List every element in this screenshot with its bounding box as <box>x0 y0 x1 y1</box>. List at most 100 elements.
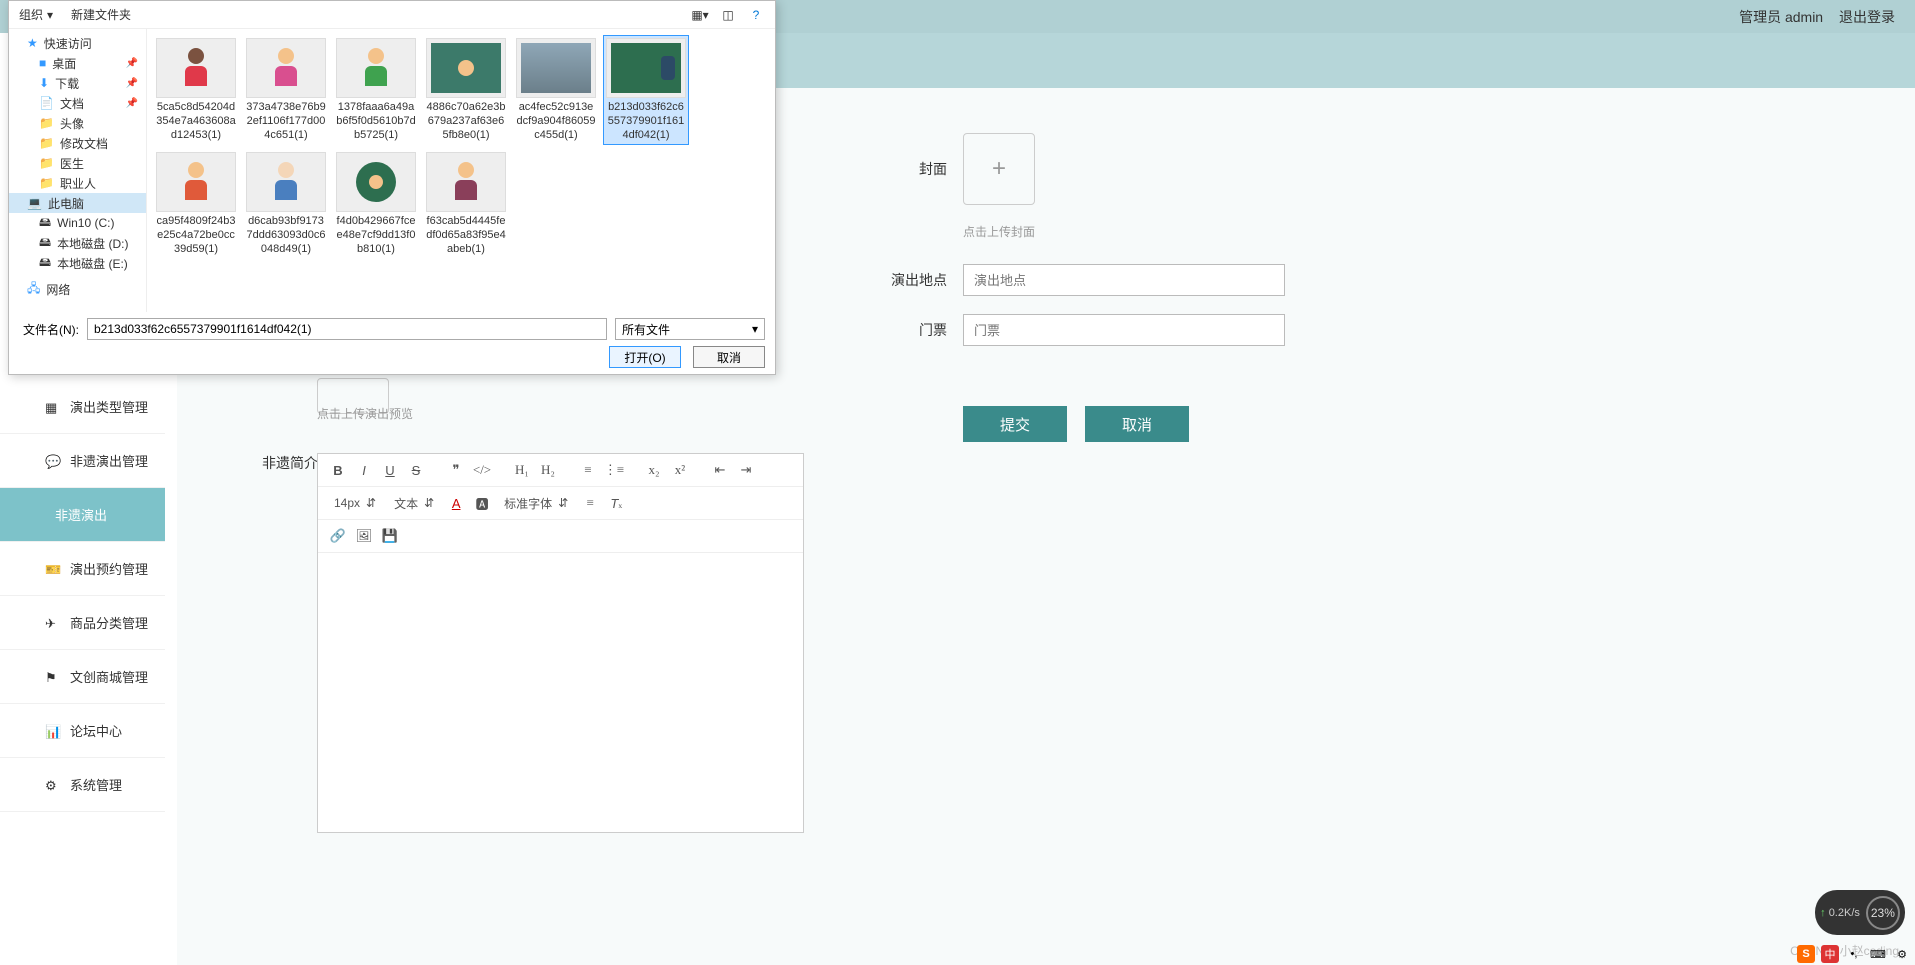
clear-format-icon[interactable]: Tₓ <box>606 493 626 513</box>
nav-doctor[interactable]: 📁医生 <box>9 153 146 173</box>
pc-icon: 💻 <box>27 196 42 210</box>
underline-icon[interactable]: U <box>380 460 400 480</box>
cover-upload-button[interactable]: + <box>963 133 1035 205</box>
dialog-toolbar: 组织 ▾ 新建文件夹 ▦▾ ◫ ? <box>9 1 775 29</box>
tray-ime-icon[interactable]: 中 <box>1821 945 1839 963</box>
file-item[interactable]: b213d033f62c6557379901f1614df042(1) <box>603 35 689 145</box>
dialog-cancel-button[interactable]: 取消 <box>693 346 765 368</box>
nav-disk-e[interactable]: 🖴本地磁盘 (E:) <box>9 253 146 273</box>
link-icon[interactable]: 🔗 <box>328 526 348 546</box>
text-color-icon[interactable]: A <box>446 493 466 513</box>
submit-button[interactable]: 提交 <box>963 406 1067 442</box>
sidebar-item-show-type[interactable]: ▦ 演出类型管理 <box>0 380 165 434</box>
tray-punct-icon[interactable]: •, <box>1845 945 1863 963</box>
view-mode-icon[interactable]: ▦▾ <box>691 6 709 24</box>
file-name: b213d033f62c6557379901f1614df042(1) <box>606 100 686 142</box>
nav-win10[interactable]: 🖴Win10 (C:) <box>9 213 146 233</box>
rich-text-editor[interactable]: B I U S ❞ </> H₁ H₂ ≡ ⋮≡ x₂ x² ⇤ ⇥ 14px … <box>317 453 804 833</box>
ticket-icon: 🎫 <box>45 562 59 576</box>
filename-input[interactable] <box>87 318 607 340</box>
file-item[interactable]: f4d0b429667fcee48e7cf9dd13f0b810(1) <box>333 149 419 259</box>
nav-network[interactable]: 🖧网络 <box>9 279 146 299</box>
disk-icon: 🖴 <box>39 233 51 254</box>
file-item[interactable]: 4886c70a62e3b679a237af63e65fb8e0(1) <box>423 35 509 145</box>
folder-icon: 📁 <box>39 156 54 170</box>
italic-icon[interactable]: I <box>354 460 374 480</box>
logout-link[interactable]: 退出登录 <box>1839 9 1895 25</box>
file-filter-select[interactable]: 所有文件▾ <box>615 318 765 340</box>
file-item[interactable]: 5ca5c8d54204d354e7a463608ad12453(1) <box>153 35 239 145</box>
sidebar-item-system[interactable]: ⚙ 系统管理 <box>0 758 165 812</box>
nav-downloads[interactable]: ⬇下载📌 <box>9 73 146 93</box>
sidebar-item-heritage-show[interactable]: 非遗演出 <box>0 488 165 542</box>
nav-moddocs[interactable]: 📁修改文档 <box>9 133 146 153</box>
file-item[interactable]: 373a4738e76b92ef1106f177d004c651(1) <box>243 35 329 145</box>
file-item[interactable]: ac4fec52c913edcf9a904f86059c455d(1) <box>513 35 599 145</box>
sidebar-item-mall[interactable]: ⚑ 文创商城管理 <box>0 650 165 704</box>
indent-icon[interactable]: ⇥ <box>736 460 756 480</box>
nav-documents[interactable]: 📄文档📌 <box>9 93 146 113</box>
sidebar-item-label: 演出类型管理 <box>70 397 148 416</box>
system-tray: S 中 •, ⌨ ⚙ <box>1797 945 1911 963</box>
font-size-select[interactable]: 14px ⇵ <box>328 496 382 510</box>
nav-quick-access[interactable]: ★快速访问 <box>9 33 146 53</box>
ticket-label: 门票 <box>887 320 947 340</box>
help-icon[interactable]: ? <box>747 6 765 24</box>
font-type-select[interactable]: 文本 ⇵ <box>388 495 440 512</box>
image-icon[interactable]: 🖼 <box>354 526 374 546</box>
file-item[interactable]: ca95f4809f24b3e25c4a72be0cc39d59(1) <box>153 149 239 259</box>
file-thumb <box>606 38 686 98</box>
organize-menu[interactable]: 组织 ▾ <box>19 6 53 23</box>
file-name: 5ca5c8d54204d354e7a463608ad12453(1) <box>156 100 236 142</box>
sidebar-item-heritage-show-mgmt[interactable]: 💬 非遗演出管理 <box>0 434 165 488</box>
outdent-icon[interactable]: ⇤ <box>710 460 730 480</box>
quote-icon[interactable]: ❞ <box>446 460 466 480</box>
preview-upload-hint: 点击上传演出预览 <box>317 405 413 422</box>
nav-this-pc[interactable]: 💻此电脑 <box>9 193 146 213</box>
ul-icon[interactable]: ⋮≡ <box>604 460 624 480</box>
nav-desktop[interactable]: ■桌面📌 <box>9 53 146 73</box>
sidebar-item-category[interactable]: ✈ 商品分类管理 <box>0 596 165 650</box>
tray-sogou-icon[interactable]: S <box>1797 945 1815 963</box>
ticket-input[interactable] <box>963 314 1285 346</box>
nav-disk-d[interactable]: 🖴本地磁盘 (D:) <box>9 233 146 253</box>
dialog-files-grid: 5ca5c8d54204d354e7a463608ad12453(1) 373a… <box>147 29 775 312</box>
file-item[interactable]: 1378faaa6a49ab6f5f0d5610b7db5725(1) <box>333 35 419 145</box>
h2-icon[interactable]: H₂ <box>538 460 558 480</box>
perf-widget[interactable]: ↑ 0.2K/s 23% <box>1815 890 1905 935</box>
sidebar-item-label: 演出预约管理 <box>70 559 148 578</box>
file-open-dialog: 组织 ▾ 新建文件夹 ▦▾ ◫ ? ★快速访问 ■桌面📌 ⬇下载📌 📄文档📌 📁… <box>8 0 776 375</box>
sidebar-item-forum[interactable]: 📊 论坛中心 <box>0 704 165 758</box>
tray-settings-icon[interactable]: ⚙ <box>1893 945 1911 963</box>
align-icon[interactable]: ≡ <box>580 493 600 513</box>
bg-color-icon[interactable]: 🅰 <box>472 493 492 513</box>
nav-avatar[interactable]: 📁头像 <box>9 113 146 133</box>
ol-icon[interactable]: ≡ <box>578 460 598 480</box>
subscript-icon[interactable]: x₂ <box>644 460 664 480</box>
pin-icon: 📌 <box>126 98 138 109</box>
cancel-button[interactable]: 取消 <box>1085 406 1189 442</box>
file-item[interactable]: d6cab93bf91737ddd63093d0c6048d49(1) <box>243 149 329 259</box>
font-family-select[interactable]: 标准字体 ⇵ <box>498 495 574 512</box>
file-name: f4d0b429667fcee48e7cf9dd13f0b810(1) <box>336 214 416 256</box>
bold-icon[interactable]: B <box>328 460 348 480</box>
h1-icon[interactable]: H₁ <box>512 460 532 480</box>
cover-hint: 点击上传封面 <box>963 223 1285 240</box>
open-button[interactable]: 打开(O) <box>609 346 681 368</box>
editor-toolbar-row2: 14px ⇵ 文本 ⇵ A 🅰 标准字体 ⇵ ≡ Tₓ <box>318 487 803 520</box>
tray-keyboard-icon[interactable]: ⌨ <box>1869 945 1887 963</box>
save-icon[interactable]: 💾 <box>380 526 400 546</box>
nav-professional[interactable]: 📁职业人 <box>9 173 146 193</box>
preview-pane-icon[interactable]: ◫ <box>719 6 737 24</box>
superscript-icon[interactable]: x² <box>670 460 690 480</box>
admin-label[interactable]: 管理员 admin <box>1739 9 1823 25</box>
location-input[interactable] <box>963 264 1285 296</box>
strike-icon[interactable]: S <box>406 460 426 480</box>
star-icon: ★ <box>27 36 38 50</box>
new-folder-button[interactable]: 新建文件夹 <box>71 6 131 23</box>
sidebar-item-booking[interactable]: 🎫 演出预约管理 <box>0 542 165 596</box>
code-icon[interactable]: </> <box>472 460 492 480</box>
location-label: 演出地点 <box>887 270 947 290</box>
document-icon: 📄 <box>39 96 54 110</box>
file-item[interactable]: f63cab5d4445fedf0d65a83f95e4abeb(1) <box>423 149 509 259</box>
